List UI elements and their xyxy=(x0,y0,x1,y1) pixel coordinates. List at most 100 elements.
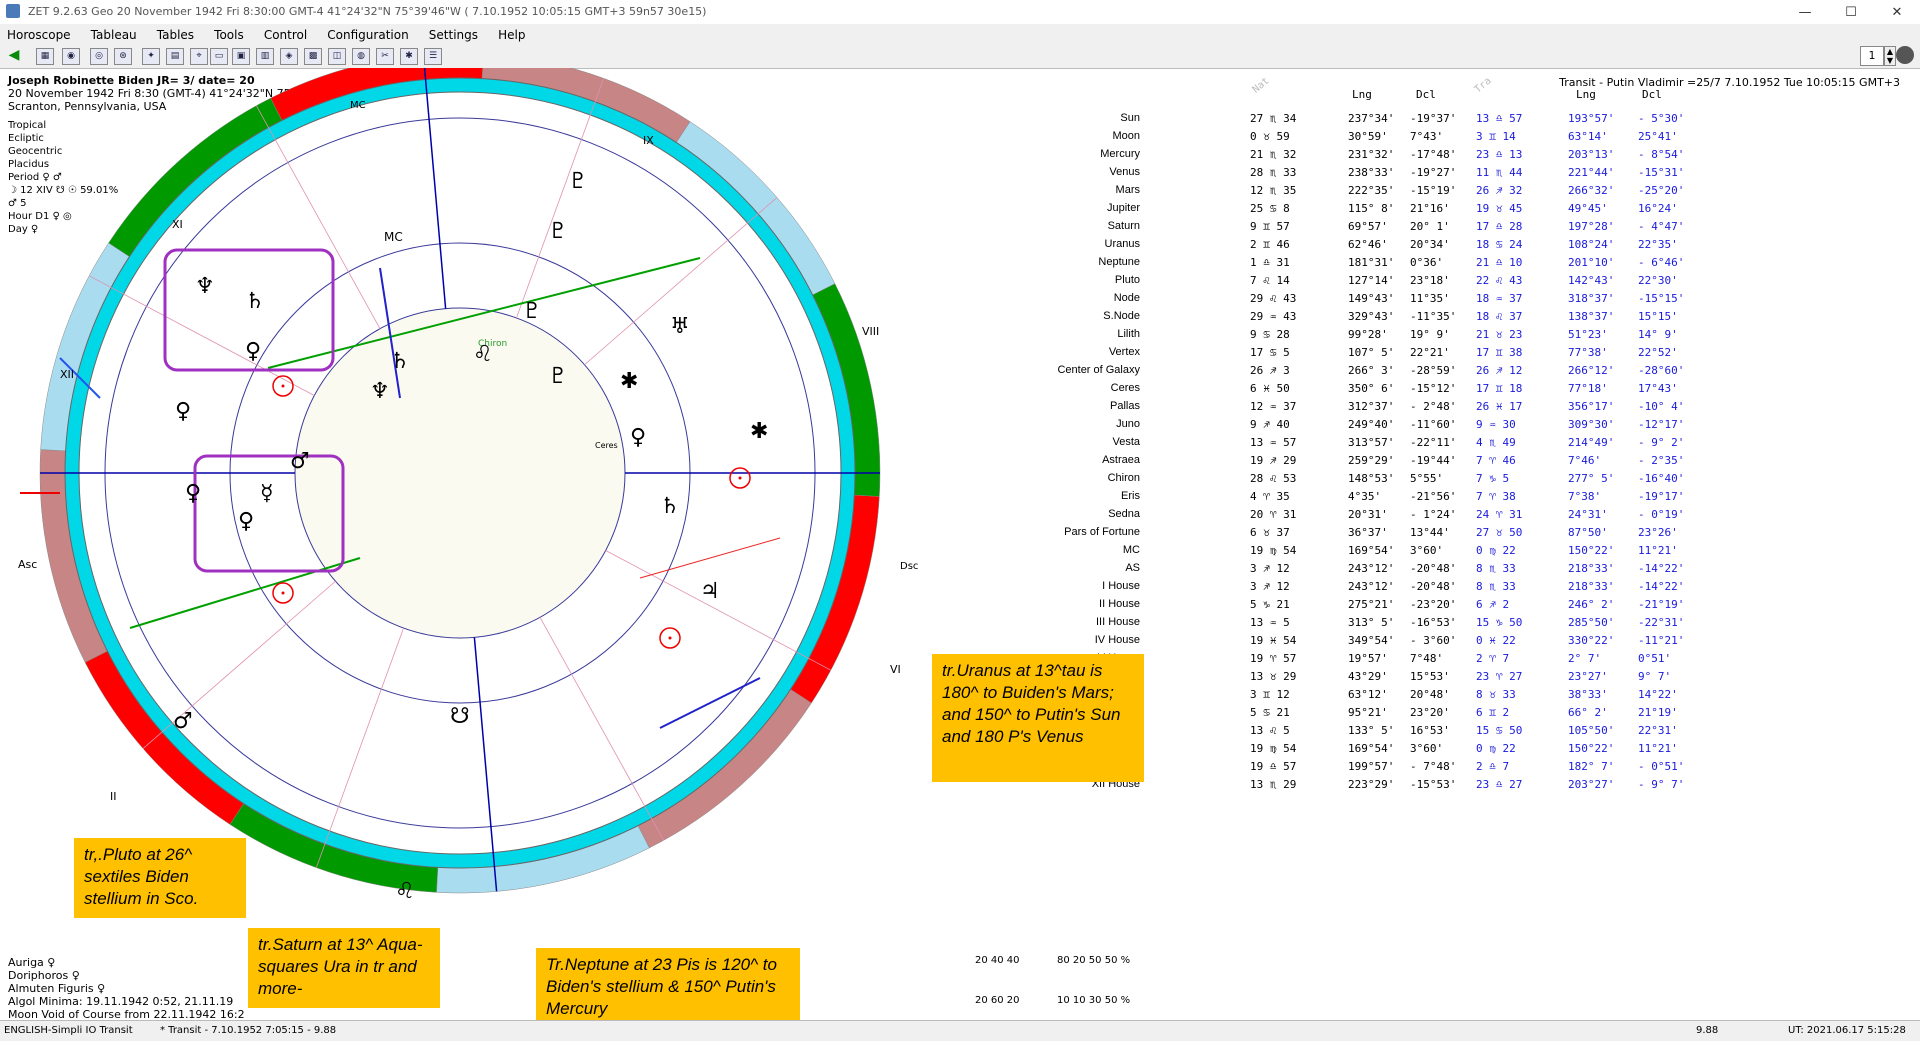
table-row[interactable]: Neptune 1 ♎ 31 181°31' 0°36' 21 ♎ 10 201°10' -… xyxy=(1000,256,1684,274)
cell-tdcl: 11°21' xyxy=(1638,742,1678,755)
menu-tools[interactable]: Tools xyxy=(207,25,252,42)
cell-lng: 313° 5' xyxy=(1348,616,1395,629)
toolbar: ◀ ▦ ◉ ◎ ⊛ ✦ ▤ ⌖ ▭ ▣ ▥ ◈ ▩ ◫ ◍ ✂ ✱ ☰ 1 ▲ ▼ xyxy=(0,44,1920,69)
header-lng: Lng xyxy=(1352,88,1372,101)
table-row[interactable]: Pluto 7 ♌ 14 127°14' 23°18' 22 ♌ 43 142°43' 22… xyxy=(1000,274,1680,292)
aspect-line xyxy=(659,677,761,729)
cell-tdcl: -14°22' xyxy=(1638,562,1685,575)
grid-icon[interactable]: ▦ xyxy=(36,48,54,65)
chart-wheel-icon[interactable]: ◎ xyxy=(90,48,108,65)
table-row[interactable]: Mercury 21 ♏ 32 231°32' -17°48' 23 ♎ 13 203°1… xyxy=(1000,148,1684,166)
table-row[interactable]: S.Node 29 ♒ 43 329°43' -11°35' 18 ♌ 37 138°37… xyxy=(1000,310,1680,328)
info-line: Doriphoros ♀ xyxy=(8,969,80,982)
table-row[interactable]: II House 5 ♑ 21 275°21' -23°20' 6 ♐ 2 246° 2'… xyxy=(1000,598,1684,616)
wheel-icon[interactable]: ⊛ xyxy=(114,48,132,65)
cell-dcl: 7°43' xyxy=(1410,130,1444,143)
menu-horoscope[interactable]: Horoscope xyxy=(0,25,79,42)
cell-label: Chiron xyxy=(1107,472,1140,484)
report-icon[interactable]: ▥ xyxy=(256,48,274,65)
table-row[interactable]: Sun 27 ♏ 34 237°34' -19°37' 13 ♎ 57 193°57' - … xyxy=(1000,112,1684,130)
table-row[interactable]: I House 3 ♐ 12 243°12' -20°48' 8 ♏ 33 218°33'… xyxy=(1000,580,1684,598)
planet-glyph: ♂ xyxy=(290,449,310,474)
cell-nat: 20 ♈ 31 xyxy=(1250,508,1297,521)
stars-icon[interactable]: ✦ xyxy=(142,48,160,65)
page-number-input[interactable]: 1 xyxy=(1860,46,1884,66)
cell-nat: 9 ♋ 28 xyxy=(1250,328,1290,341)
planet-glyph: ♀ xyxy=(175,399,191,424)
planet-glyph: ♀ xyxy=(238,509,254,534)
table-row[interactable]: Uranus 2 ♊ 46 62°46' 20°34' 18 ♋ 24 108°24' 22… xyxy=(1000,238,1680,256)
cell-tra: 6 ♊ 2 xyxy=(1476,706,1510,719)
settings-icon[interactable]: ✱ xyxy=(400,48,418,65)
menu-help[interactable]: Help xyxy=(491,25,533,42)
globe-button-icon[interactable] xyxy=(1896,46,1914,64)
menu-tables[interactable]: Tables xyxy=(150,25,202,42)
cell-dcl: -15°19' xyxy=(1410,184,1457,197)
menu-control[interactable]: Control xyxy=(257,25,315,42)
list-icon[interactable]: ☰ xyxy=(424,48,442,65)
table-row[interactable]: IV House 19 ♓ 54 349°54' - 3°60' 0 ♓ 22 330°2… xyxy=(1000,634,1685,652)
table-icon[interactable]: ▤ xyxy=(166,48,184,65)
back-arrow-icon[interactable]: ◀ xyxy=(6,48,22,63)
table-row[interactable]: Eris 4 ♈ 35 4°35' -21°56' 7 ♈ 38 7°38' -19°17' xyxy=(1000,490,1684,508)
cell-label: Eris xyxy=(1121,490,1140,502)
table-row[interactable]: Lilith 9 ♋ 28 99°28' 19° 9' 21 ♉ 23 51°23' 14°… xyxy=(1000,328,1680,346)
table-row[interactable]: AS 3 ♐ 12 243°12' -20°48' 8 ♏ 33 218°33' -14°2… xyxy=(1000,562,1684,580)
status-bar: ENGLISH-Simpli IO Transit * Transit - 7.… xyxy=(0,1020,1920,1041)
cell-tra: 24 ♈ 31 xyxy=(1476,508,1523,521)
table-row[interactable]: Juno 9 ♐ 40 249°40' -11°60' 9 ♒ 30 309°30' -12… xyxy=(1000,418,1684,436)
table-row[interactable]: MC 19 ♍ 54 169°54' 3°60' 0 ♍ 22 150°22' 11°21' xyxy=(1000,544,1680,562)
table-row[interactable]: Vesta 13 ♒ 57 313°57' -22°11' 4 ♏ 49 214°49' -… xyxy=(1000,436,1684,454)
cell-tdcl: 14°22' xyxy=(1638,688,1678,701)
table-row[interactable]: Mars 12 ♏ 35 222°35' -15°19' 26 ♐ 32 266°32' -… xyxy=(1000,184,1685,202)
cell-tlng: 7°46' xyxy=(1568,454,1602,467)
aspects-icon[interactable]: ◈ xyxy=(280,48,298,65)
table-row[interactable]: Chiron 28 ♌ 53 148°53' 5°55' 7 ♑ 5 277° 5' -16… xyxy=(1000,472,1685,490)
book-icon[interactable]: ▭ xyxy=(210,48,228,65)
cell-tdcl: 14° 9' xyxy=(1638,328,1678,341)
cell-tdcl: -15°31' xyxy=(1638,166,1685,179)
minimize-button[interactable]: — xyxy=(1782,0,1828,24)
title-bar: ZET 9.2.63 Geo 20 November 1942 Fri 8:30… xyxy=(0,0,1920,25)
menu-tableau[interactable]: Tableau xyxy=(84,25,145,42)
cell-dcl: 3°60' xyxy=(1410,742,1444,755)
window-icon[interactable]: ▣ xyxy=(232,48,250,65)
maximize-button[interactable]: ☐ xyxy=(1828,0,1874,24)
globe-icon[interactable]: ◉ xyxy=(62,48,80,65)
page-spinner[interactable]: ▲ ▼ xyxy=(1884,46,1896,66)
cell-nat: 25 ♋ 8 xyxy=(1250,202,1290,215)
sign-segment xyxy=(637,688,812,849)
table-row[interactable]: Jupiter 25 ♋ 8 115° 8' 21°16' 19 ♉ 45 49°45' 1… xyxy=(1000,202,1680,220)
cell-tlng: 150°22' xyxy=(1568,544,1615,557)
close-button[interactable]: ✕ xyxy=(1874,0,1920,24)
table-row[interactable]: III House 13 ♒ 5 313° 5' -16°53' 15 ♑ 50 285°… xyxy=(1000,616,1684,634)
cell-tlng: 7°38' xyxy=(1568,490,1602,503)
chart-label: VI xyxy=(890,663,901,676)
table-row[interactable]: Pallas 12 ♒ 37 312°37' - 2°48' 26 ♓ 17 356°17… xyxy=(1000,400,1684,418)
menu-configuration[interactable]: Configuration xyxy=(320,25,416,42)
planet-glyph: ✱ xyxy=(620,369,638,394)
table-row[interactable]: Sedna 20 ♈ 31 20°31' - 1°24' 24 ♈ 31 24°31' - … xyxy=(1000,508,1684,526)
image-icon[interactable]: ▩ xyxy=(304,48,322,65)
target-icon[interactable]: ◍ xyxy=(352,48,370,65)
cell-tdcl: 22°30' xyxy=(1638,274,1678,287)
table-row[interactable]: Center of Galaxy 26 ♐ 3 266° 3' -28°59' 26 ♐… xyxy=(1000,364,1684,382)
cell-nat: 13 ♒ 5 xyxy=(1250,616,1290,629)
table-row[interactable]: Vertex 17 ♋ 5 107° 5' 22°21' 17 ♊ 38 77°38' 22… xyxy=(1000,346,1680,364)
cell-dcl: 23°18' xyxy=(1410,274,1450,287)
cell-tlng: 285°50' xyxy=(1568,616,1615,629)
cell-tdcl: 9° 7' xyxy=(1638,670,1672,683)
table-row[interactable]: Node 29 ♌ 43 149°43' 11°35' 18 ♒ 37 318°37' -1… xyxy=(1000,292,1685,310)
menu-settings[interactable]: Settings xyxy=(422,25,486,42)
table-row[interactable]: Ceres 6 ♓ 50 350° 6' -15°12' 17 ♊ 18 77°18' 17… xyxy=(1000,382,1680,400)
map-icon[interactable]: ⌖ xyxy=(190,48,208,65)
table-row[interactable]: Pars of Fortune 6 ♉ 37 36°37' 13°44' 27 ♉ 50… xyxy=(1000,526,1680,544)
table-row[interactable]: Astraea 19 ♐ 29 259°29' -19°44' 7 ♈ 46 7°46' -… xyxy=(1000,454,1684,472)
house-cusp-line xyxy=(584,197,778,366)
table-row[interactable]: Saturn 9 ♊ 57 69°57' 20° 1' 17 ♎ 28 197°28' - … xyxy=(1000,220,1685,238)
graph-icon[interactable]: ◫ xyxy=(328,48,346,65)
planet-glyph: ♅ xyxy=(670,314,690,339)
tools-icon[interactable]: ✂ xyxy=(376,48,394,65)
table-row[interactable]: Venus 28 ♏ 33 238°33' -19°27' 11 ♏ 44 221°44'… xyxy=(1000,166,1684,184)
table-row[interactable]: Moon 0 ♉ 59 30°59' 7°43' 3 ♊ 14 63°14' 25°41' xyxy=(1000,130,1680,148)
